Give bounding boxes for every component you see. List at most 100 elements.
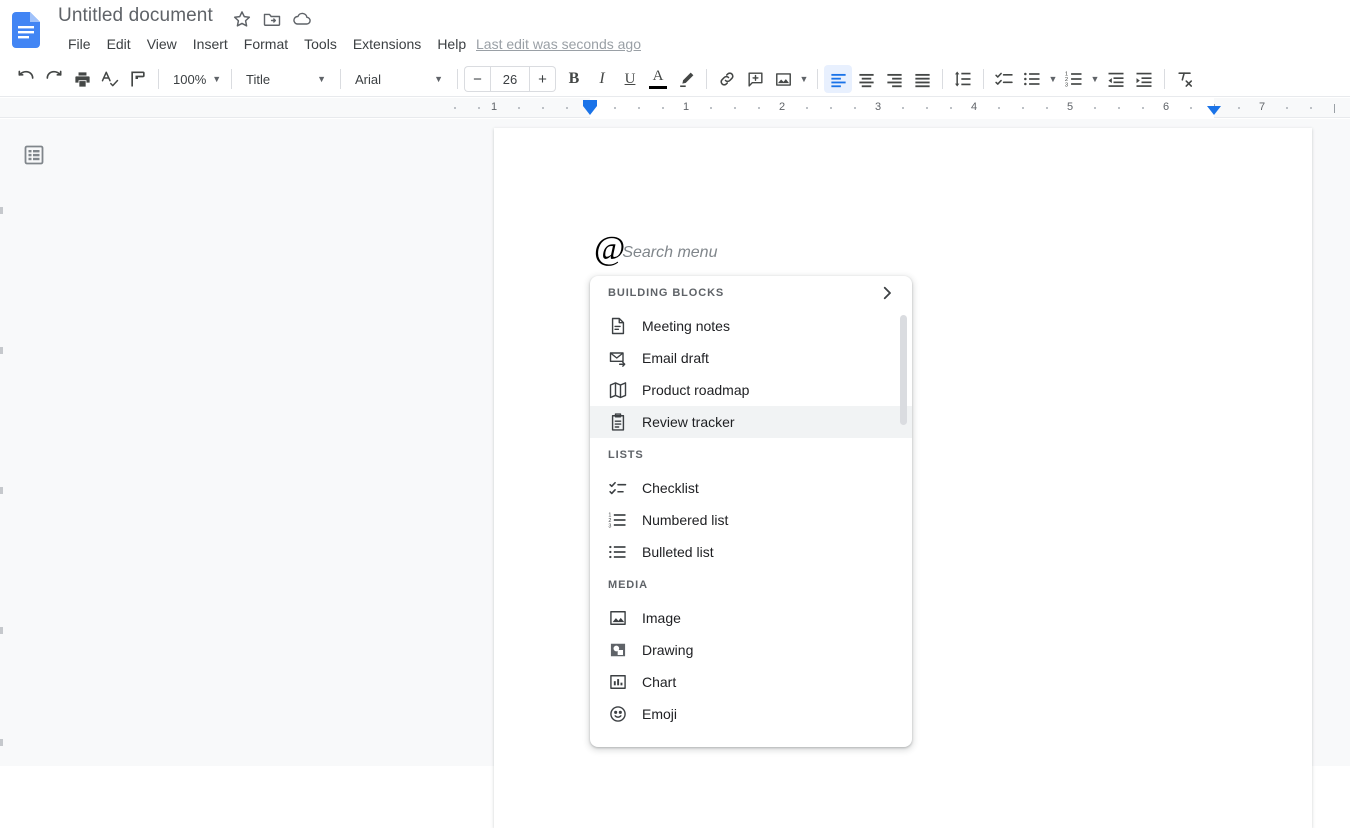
popup-scrollbar-thumb[interactable] (900, 315, 907, 425)
toolbar-divider (457, 69, 458, 89)
paragraph-style-value: Title (246, 71, 271, 87)
clear-formatting-icon[interactable] (1171, 65, 1199, 93)
ruler-number: 6 (1162, 101, 1170, 113)
review-tracker-icon (608, 412, 628, 432)
chevron-down-icon: ▼ (434, 73, 443, 84)
highlight-pen-icon[interactable] (672, 65, 700, 93)
numbered-list-icon[interactable]: 1 2 3 (1060, 65, 1088, 93)
print-icon[interactable] (68, 65, 96, 93)
font-size-increase-button[interactable]: + (530, 66, 556, 92)
bold-button[interactable]: B (560, 65, 588, 93)
zoom-select[interactable]: 100% ▼ (165, 66, 225, 92)
spellcheck-icon[interactable] (96, 65, 124, 93)
menu-item-file[interactable]: File (60, 34, 99, 54)
italic-button[interactable]: I (588, 65, 616, 93)
add-comment-icon[interactable] (741, 65, 769, 93)
align-center-icon[interactable] (852, 65, 880, 93)
menu-item-format[interactable]: Format (236, 34, 296, 54)
paragraph-style-select[interactable]: Title ▼ (238, 66, 334, 92)
font-size-input[interactable]: 26 (490, 66, 530, 92)
text-color-button[interactable]: A (644, 65, 672, 93)
menu-item-chart[interactable]: Chart (590, 666, 912, 698)
insert-image-icon[interactable] (769, 65, 797, 93)
underline-button[interactable]: U (616, 65, 644, 93)
meeting-notes-icon (608, 316, 628, 336)
last-edit-status[interactable]: Last edit was seconds ago (476, 36, 641, 52)
menu-item-meeting-notes[interactable]: Meeting notes (590, 310, 912, 342)
menu-item-label: Product roadmap (642, 382, 750, 398)
menu-item-help[interactable]: Help (429, 34, 474, 54)
ruler-number: 1 (490, 101, 498, 113)
insert-image-dropdown-icon[interactable]: ▼ (797, 65, 811, 93)
svg-text:3: 3 (608, 524, 611, 530)
align-right-icon[interactable] (880, 65, 908, 93)
menu-item-label: Chart (642, 674, 677, 690)
menu-bar: File Edit View Insert Format Tools Exten… (60, 34, 474, 54)
section-header-building-blocks: BUILDING BLOCKS (590, 276, 912, 310)
checklist-icon[interactable] (990, 65, 1018, 93)
line-spacing-icon[interactable] (949, 65, 977, 93)
numbered-list-dropdown-icon[interactable]: ▼ (1088, 65, 1102, 93)
right-indent-marker[interactable] (1207, 106, 1221, 115)
ruler-number: 7 (1258, 101, 1266, 113)
menu-item-label: Image (642, 610, 681, 626)
document-title[interactable]: Untitled document (58, 5, 213, 27)
ruler-number: 4 (970, 101, 978, 113)
font-family-value: Arial (355, 71, 382, 87)
menu-item-product-roadmap[interactable]: Product roadmap (590, 374, 912, 406)
font-family-select[interactable]: Arial ▼ (347, 66, 451, 92)
cloud-done-icon[interactable] (292, 9, 312, 29)
menu-item-insert[interactable]: Insert (185, 34, 236, 54)
menu-item-image[interactable]: Image (590, 602, 912, 634)
zoom-value: 100% (173, 71, 207, 87)
numbered-list-icon: 1 2 3 (608, 510, 628, 530)
toolbar-divider (340, 69, 341, 89)
menu-item-email-draft[interactable]: Email draft (590, 342, 912, 374)
move-to-folder-icon[interactable] (262, 9, 282, 29)
menu-item-label: Meeting notes (642, 318, 730, 334)
menu-item-label: Numbered list (642, 512, 729, 528)
chevron-down-icon: ▼ (317, 73, 326, 84)
menu-item-checklist[interactable]: Checklist (590, 472, 912, 504)
menu-item-label: Emoji (642, 706, 678, 722)
bulleted-list-icon (608, 542, 628, 562)
bulleted-list-dropdown-icon[interactable]: ▼ (1046, 65, 1060, 93)
star-icon[interactable] (232, 9, 252, 29)
menu-item-bulleted-list[interactable]: Bulleted list (590, 536, 912, 568)
emoji-icon (608, 704, 628, 724)
link-icon[interactable] (713, 65, 741, 93)
app-header: Untitled document File Edit View Insert … (0, 0, 1350, 62)
menu-item-extensions[interactable]: Extensions (345, 34, 429, 54)
menu-item-view[interactable]: View (139, 34, 185, 54)
search-menu-placeholder: Search menu (622, 244, 718, 261)
ruler-number: 1 (682, 101, 690, 113)
align-justify-icon[interactable] (908, 65, 936, 93)
menu-item-label: Email draft (642, 350, 709, 366)
undo-icon[interactable] (12, 65, 40, 93)
menu-item-edit[interactable]: Edit (99, 34, 139, 54)
chevron-right-icon[interactable] (878, 284, 896, 302)
paint-format-icon[interactable] (124, 65, 152, 93)
bulleted-list-icon[interactable] (1018, 65, 1046, 93)
increase-indent-icon[interactable] (1130, 65, 1158, 93)
toolbar-divider (231, 69, 232, 89)
font-size-decrease-button[interactable]: − (464, 66, 490, 92)
decrease-indent-icon[interactable] (1102, 65, 1130, 93)
google-docs-logo-icon (12, 12, 40, 48)
menu-item-review-tracker[interactable]: Review tracker (590, 406, 912, 438)
document-outline-icon[interactable] (22, 143, 46, 167)
menu-item-drawing[interactable]: Drawing (590, 634, 912, 666)
section-header-media: MEDIA (590, 568, 912, 602)
product-roadmap-icon (608, 380, 628, 400)
menu-item-tools[interactable]: Tools (296, 34, 345, 54)
toolbar-divider (942, 69, 943, 89)
menu-item-numbered-list[interactable]: 1 2 3 Numbered list (590, 504, 912, 536)
ruler[interactable]: 1 1 2 3 4 5 6 7 (0, 98, 1350, 118)
chart-icon (608, 672, 628, 692)
align-left-icon[interactable] (824, 65, 852, 93)
text-color-swatch (649, 86, 667, 89)
left-indent-marker[interactable] (583, 106, 597, 115)
ruler-number: 2 (778, 101, 786, 113)
redo-icon[interactable] (40, 65, 68, 93)
menu-item-emoji[interactable]: Emoji (590, 698, 912, 730)
